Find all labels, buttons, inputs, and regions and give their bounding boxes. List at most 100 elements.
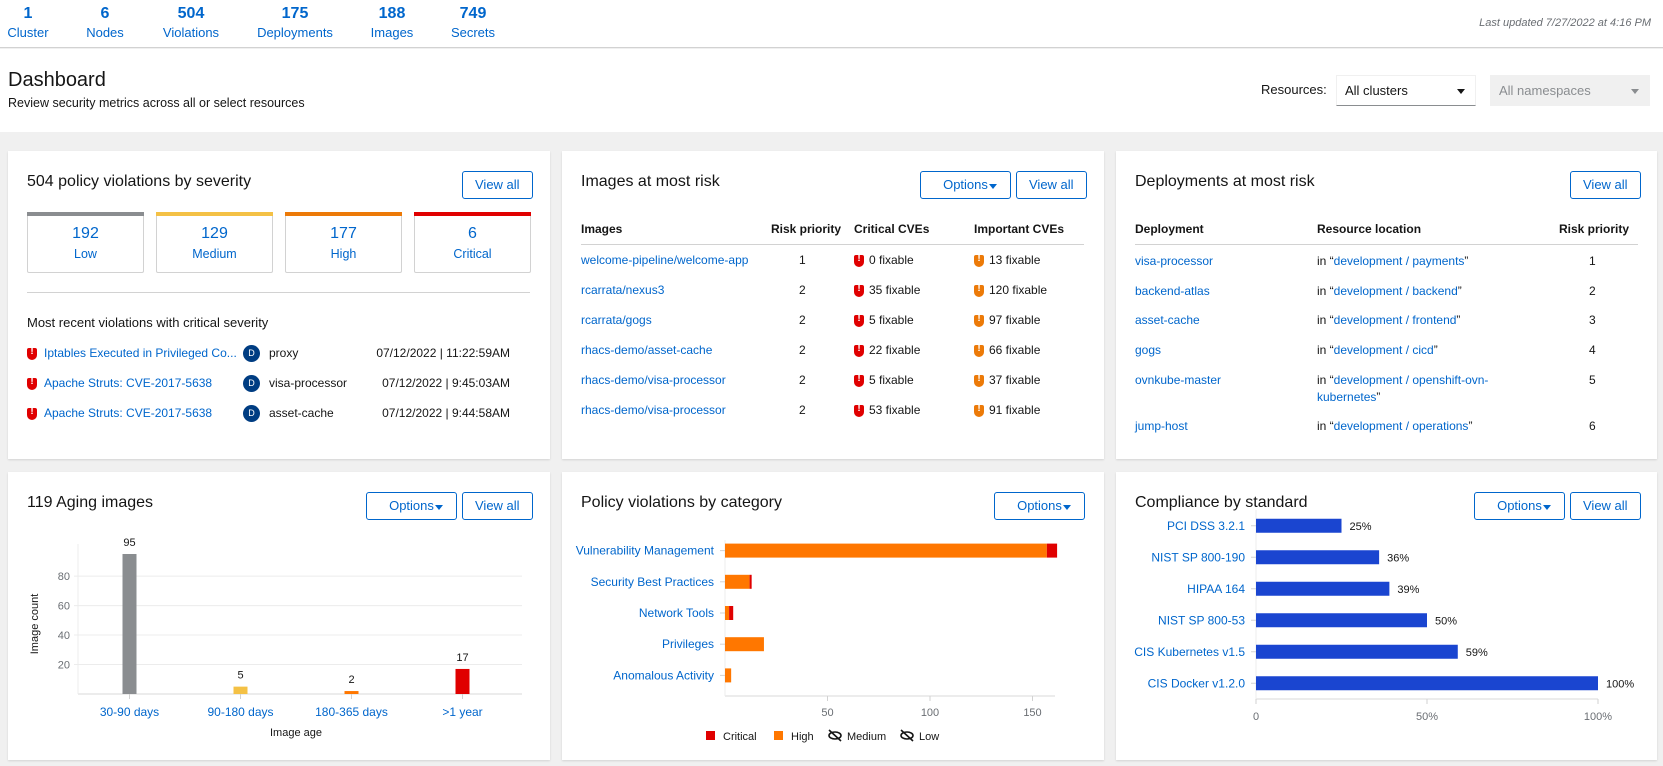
category-label[interactable]: Network Tools <box>639 606 714 620</box>
standard-label[interactable]: PCI DSS 3.2.1 <box>1167 519 1245 533</box>
resource-location: in “development / operations” <box>1317 418 1517 435</box>
category-label[interactable]: Anomalous Activity <box>613 668 714 682</box>
legend-item-critical[interactable]: Critical <box>706 731 757 743</box>
x-axis-label: Image age <box>270 727 322 739</box>
compliance-bar-2[interactable] <box>1256 581 1390 596</box>
chevron-down-icon <box>989 184 997 189</box>
bar-critical-1[interactable] <box>749 574 752 589</box>
category-label[interactable]: Vulnerability Management <box>576 544 715 558</box>
bar-high-4[interactable] <box>725 668 732 683</box>
violation-row: Apache Struts: CVE-2017-5638 Dvisa-proces… <box>27 375 510 395</box>
location-link[interactable]: development / payments <box>1334 254 1465 268</box>
bar-high-1[interactable] <box>725 574 750 589</box>
bar-high-2[interactable] <box>725 606 730 620</box>
x-tick-label[interactable]: 30-90 days <box>100 705 159 719</box>
summary-nodes[interactable]: 6 Nodes <box>65 4 145 42</box>
standard-label[interactable]: CIS Kubernetes v1.5 <box>1134 645 1245 659</box>
image-link[interactable]: rhacs-demo/visa-processor <box>581 373 726 387</box>
column-header[interactable]: Images <box>581 222 622 236</box>
compliance-value-label: 59% <box>1466 647 1488 659</box>
compliance-bar-5[interactable] <box>1256 676 1598 691</box>
summary-violations[interactable]: 504 Violations <box>151 4 231 42</box>
image-link[interactable]: welcome-pipeline/welcome-app <box>581 253 748 267</box>
severity-tile-low[interactable]: 192 Low <box>27 212 144 273</box>
standard-label[interactable]: HIPAA 164 <box>1187 582 1245 596</box>
bar-high-3[interactable] <box>725 637 764 652</box>
legend-label: High <box>791 731 814 743</box>
policy-link[interactable]: Iptables Executed in Privileged Co... <box>44 346 237 360</box>
legend-item-medium[interactable]: Medium <box>828 729 886 743</box>
severity-tile-high[interactable]: 177 High <box>285 212 402 273</box>
summary-deployments[interactable]: 175 Deployments <box>255 4 335 42</box>
column-header[interactable]: Resource location <box>1317 222 1421 236</box>
location-link[interactable]: development / frontend <box>1334 313 1457 327</box>
severity-count: 6 <box>468 225 477 242</box>
view-all-button[interactable]: View all <box>1570 171 1641 199</box>
deployment-link[interactable]: ovnkube-master <box>1135 372 1221 389</box>
compliance-bar-0[interactable] <box>1256 518 1342 533</box>
category-label[interactable]: Privileges <box>662 637 714 651</box>
compliance-bar-4[interactable] <box>1256 644 1458 659</box>
critical-cve-icon <box>854 253 864 267</box>
compliance-bar-3[interactable] <box>1256 613 1427 628</box>
location-suffix: ” <box>1433 343 1438 357</box>
column-header[interactable]: Risk priority <box>771 222 841 236</box>
location-link[interactable]: development / backend <box>1334 284 1458 298</box>
column-header[interactable]: Important CVEs <box>974 222 1064 236</box>
standard-label[interactable]: NIST SP 800-190 <box>1151 550 1245 564</box>
location-link[interactable]: development / cicd <box>1334 343 1434 357</box>
policy-link[interactable]: Apache Struts: CVE-2017-5638 <box>44 376 212 390</box>
severity-tile-critical[interactable]: 6 Critical <box>414 212 531 273</box>
legend-item-high[interactable]: High <box>774 731 814 743</box>
standard-label[interactable]: CIS Docker v1.2.0 <box>1148 676 1246 690</box>
summary-secrets[interactable]: 749 Secrets <box>433 4 513 42</box>
deployment-badge-icon: D <box>243 405 260 422</box>
deployment-link[interactable]: gogs <box>1135 342 1161 359</box>
location-link[interactable]: development / openshift-ovn-kubernetes <box>1317 373 1488 404</box>
x-tick-label[interactable]: 180-365 days <box>315 705 388 719</box>
deployment-badge-icon: D <box>243 375 260 392</box>
namespace-select[interactable]: All namespaces <box>1490 75 1650 106</box>
bar-2[interactable] <box>344 691 359 694</box>
x-tick-label[interactable]: 90-180 days <box>207 705 273 719</box>
important-cve-count: 97 fixable <box>989 313 1041 327</box>
column-header[interactable]: Critical CVEs <box>854 222 929 236</box>
standard-label[interactable]: NIST SP 800-53 <box>1158 613 1245 627</box>
category-label[interactable]: Security Best Practices <box>591 575 714 589</box>
summary-count: 175 <box>281 5 309 22</box>
deployment-link[interactable]: jump-host <box>1135 418 1188 435</box>
table-row: rhacs-demo/asset-cache 2 22 fixable 66 fixa… <box>562 343 1104 363</box>
column-header[interactable]: Deployment <box>1135 222 1204 236</box>
severity-label: High <box>330 247 357 261</box>
summary-images[interactable]: 188 Images <box>352 4 432 42</box>
column-header[interactable]: Risk priority <box>1559 222 1629 236</box>
x-tick-label[interactable]: >1 year <box>442 705 482 719</box>
deployment-link[interactable]: asset-cache <box>1135 312 1200 329</box>
image-link[interactable]: rcarrata/nexus3 <box>581 283 664 297</box>
compliance-bar-1[interactable] <box>1256 550 1380 565</box>
bar-critical-2[interactable] <box>729 606 734 620</box>
cluster-select[interactable]: All clusters <box>1336 75 1476 106</box>
image-link[interactable]: rhacs-demo/visa-processor <box>581 403 726 417</box>
summary-cluster[interactable]: 1 Cluster <box>0 4 68 42</box>
severity-color-bar <box>285 212 402 216</box>
bar-1[interactable] <box>233 686 248 694</box>
x-tick-label: 50% <box>1416 711 1438 723</box>
bar-0[interactable] <box>122 554 137 694</box>
image-link[interactable]: rcarrata/gogs <box>581 313 652 327</box>
bar-value-label: 95 <box>123 537 135 549</box>
deployment-link[interactable]: visa-processor <box>1135 253 1213 270</box>
policy-link[interactable]: Apache Struts: CVE-2017-5638 <box>44 406 212 420</box>
bar-high-0[interactable] <box>725 543 1047 558</box>
view-all-button[interactable]: View all <box>462 171 533 199</box>
bar-3[interactable] <box>455 668 470 694</box>
deployment-link[interactable]: backend-atlas <box>1135 283 1210 300</box>
severity-tile-medium[interactable]: 129 Medium <box>156 212 273 273</box>
image-link[interactable]: rhacs-demo/asset-cache <box>581 343 712 357</box>
location-prefix: in “ <box>1317 373 1334 387</box>
location-link[interactable]: development / operations <box>1334 419 1469 433</box>
options-dropdown[interactable]: Options <box>920 171 1011 199</box>
bar-critical-0[interactable] <box>1046 543 1058 558</box>
view-all-button[interactable]: View all <box>1016 171 1087 199</box>
legend-item-low[interactable]: Low <box>900 729 939 743</box>
